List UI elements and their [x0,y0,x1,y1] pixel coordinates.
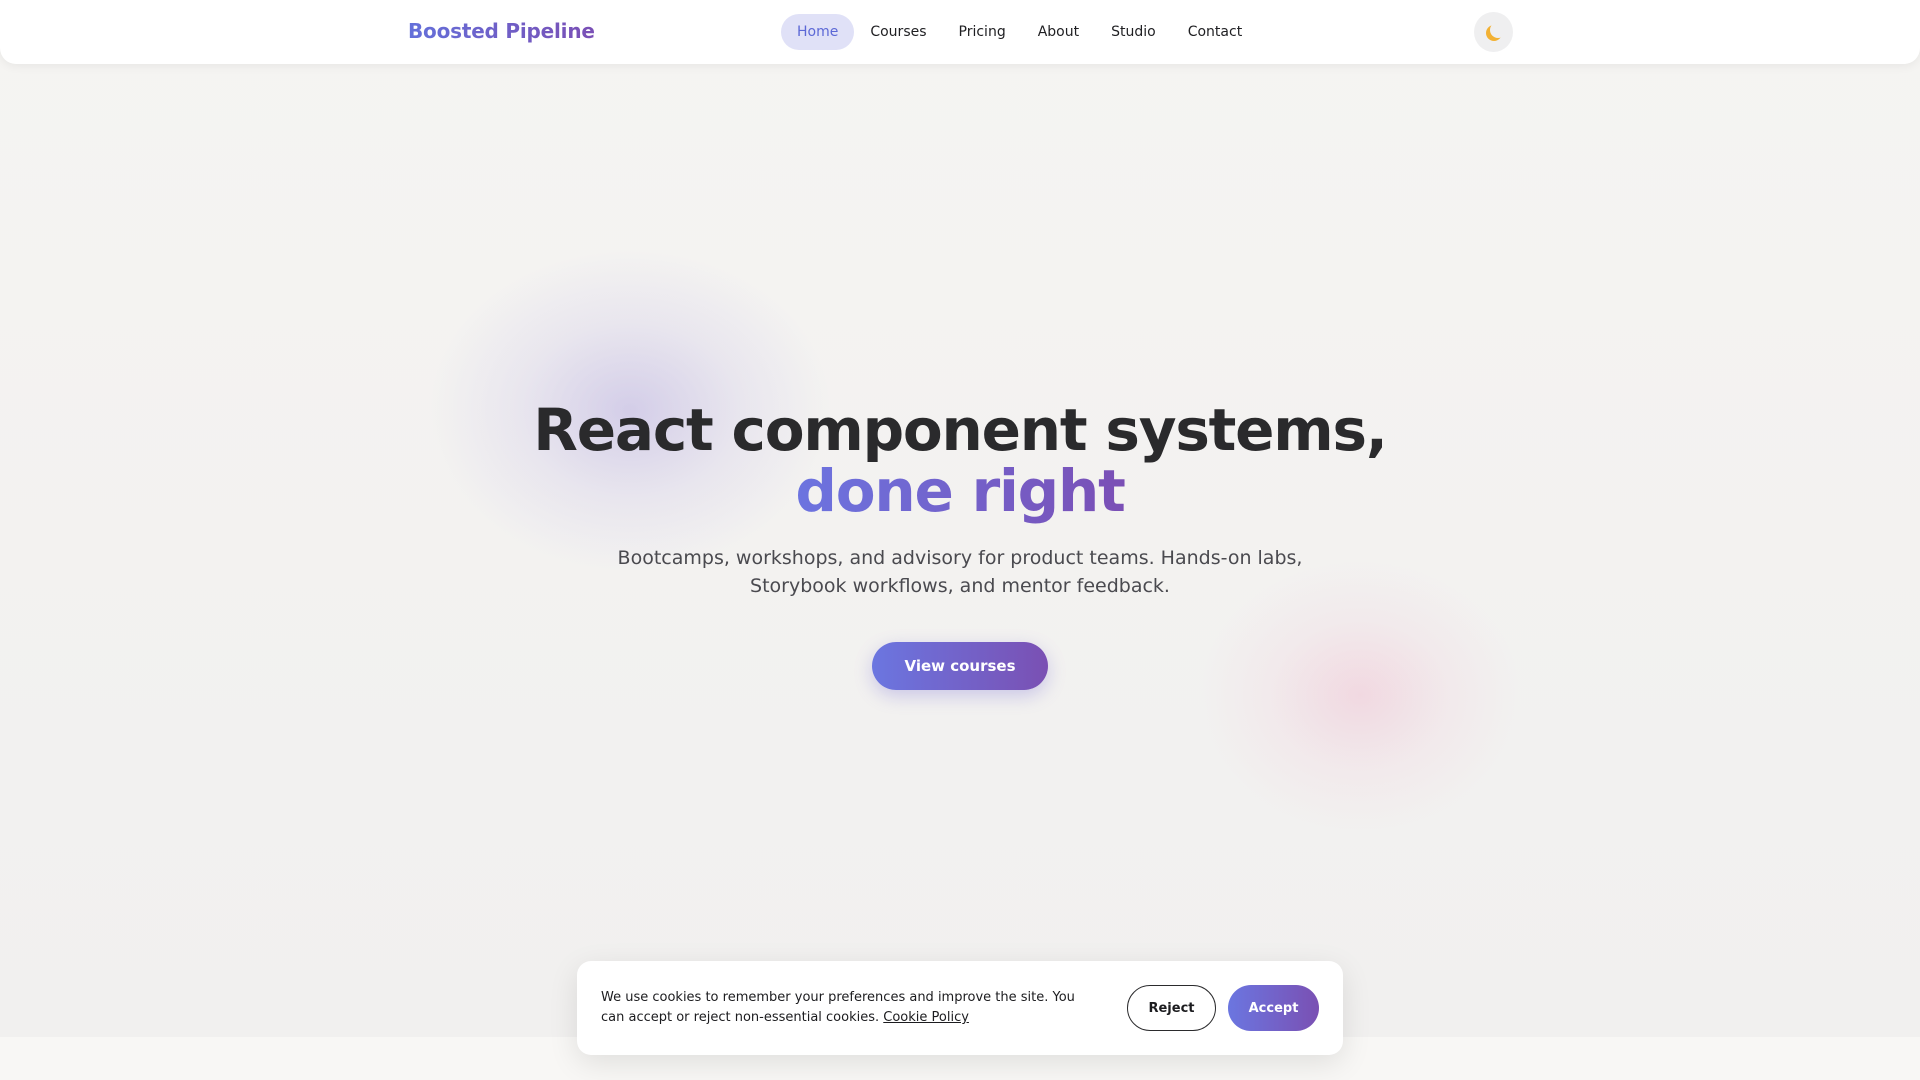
cookie-banner: We use cookies to remember your preferen… [577,961,1343,1055]
hero-title-accent: done right [795,457,1125,525]
accept-cookies-button[interactable]: Accept [1228,985,1319,1031]
cookie-message-text: We use cookies to remember your preferen… [601,990,1075,1025]
nav-item-about[interactable]: About [1022,14,1095,50]
nav-item-courses[interactable]: Courses [854,14,942,50]
brand-logo-text[interactable]: Boosted Pipeline [408,19,595,43]
top-navbar: Boosted Pipeline Home Courses Pricing Ab… [0,0,1920,64]
view-courses-button[interactable]: View courses [872,642,1048,690]
main-nav: Home Courses Pricing About Studio Contac… [781,14,1258,50]
hero-title: React component systems, done right [0,400,1920,522]
page: Boosted Pipeline Home Courses Pricing Ab… [0,0,1920,1080]
theme-toggle-button[interactable] [1474,12,1513,52]
nav-item-home[interactable]: Home [781,14,855,50]
cookie-message: We use cookies to remember your preferen… [601,988,1091,1028]
moon-icon [1490,22,1506,38]
cookie-policy-link[interactable]: Cookie Policy [883,1010,969,1025]
nav-item-contact[interactable]: Contact [1172,14,1258,50]
nav-item-pricing[interactable]: Pricing [943,14,1022,50]
hero-subtitle-line2: Storybook workflows, and mentor feedback… [750,575,1170,597]
hero-subtitle: Bootcamps, workshops, and advisory for p… [610,544,1310,600]
reject-cookies-button[interactable]: Reject [1127,985,1216,1031]
nav-item-studio[interactable]: Studio [1095,14,1172,50]
hero-subtitle-line1: Bootcamps, workshops, and advisory for p… [617,547,1303,569]
hero-title-line1: React component systems, [533,396,1388,464]
hero-section: React component systems, done right Boot… [0,400,1920,690]
